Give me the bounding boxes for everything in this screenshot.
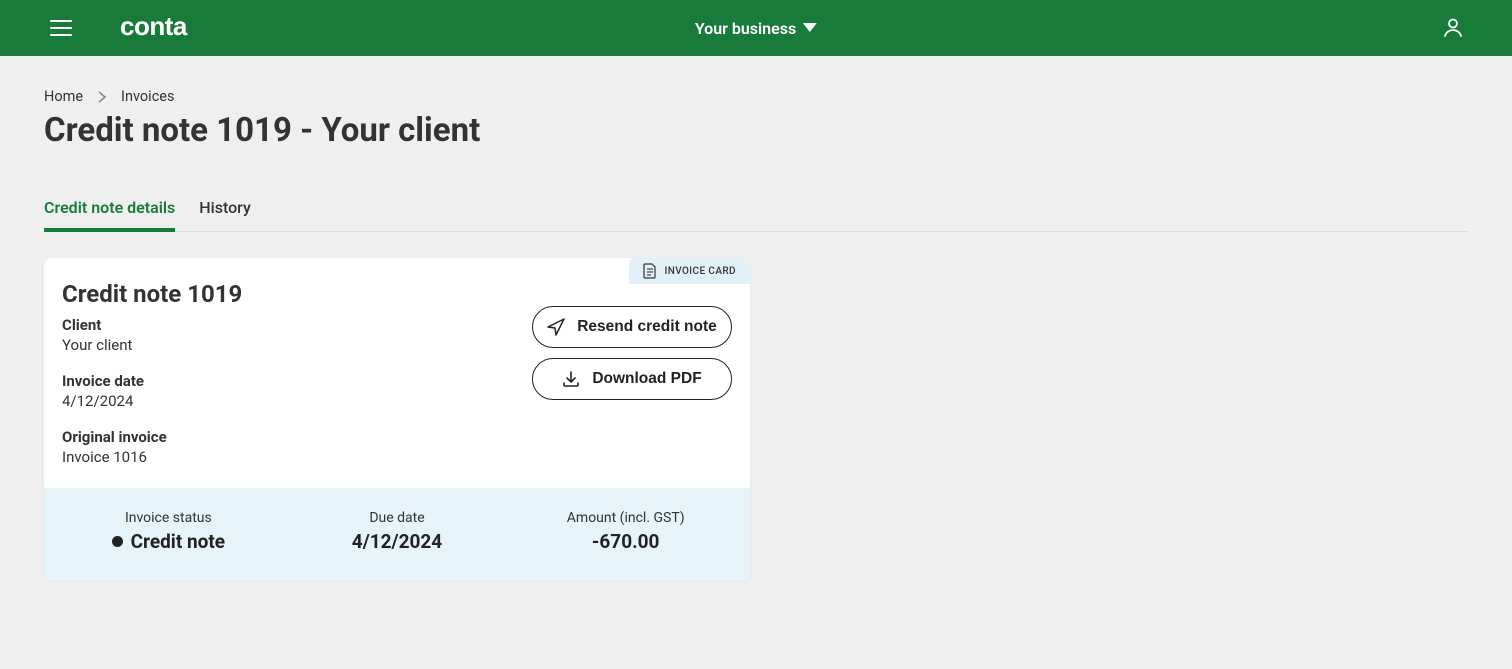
status-label: Invoice status [54,510,283,526]
svg-text:conta: conta [120,14,188,41]
original-invoice-field: Original invoice Invoice 1016 [62,428,502,466]
tab-credit-note-details[interactable]: Credit note details [44,198,175,231]
business-selector[interactable]: Your business [695,19,817,38]
download-label: Download PDF [592,370,701,388]
invoice-card: Credit note 1019 Client Your client Invo… [44,258,750,581]
status-value: Credit note [112,530,225,553]
menu-button[interactable] [44,13,78,43]
amount-label: Amount (incl. GST) [511,510,740,526]
user-menu-button[interactable] [1438,12,1468,45]
breadcrumb-invoices[interactable]: Invoices [121,88,174,105]
document-icon [643,263,657,279]
card-footer: Invoice status Credit note Due date 4/12… [44,488,750,581]
client-label: Client [62,316,502,334]
business-label: Your business [695,19,796,38]
resend-credit-note-button[interactable]: Resend credit note [532,306,732,348]
amount-value: -670.00 [592,530,660,553]
page-content: Home Invoices Credit note 1019 - Your cl… [0,56,1512,581]
tab-history[interactable]: History [199,198,251,231]
due-date-label: Due date [283,510,512,526]
due-date-column: Due date 4/12/2024 [283,510,512,553]
card-body: Credit note 1019 Client Your client Invo… [44,258,750,488]
client-value: Your client [62,336,502,354]
card-details: Credit note 1019 Client Your client Invo… [62,280,502,466]
status-column: Invoice status Credit note [54,510,283,553]
resend-label: Resend credit note [577,318,717,336]
breadcrumb-home[interactable]: Home [44,88,83,105]
invoice-date-field: Invoice date 4/12/2024 [62,372,502,410]
invoice-card-badge-label: INVOICE CARD [665,266,737,277]
download-pdf-button[interactable]: Download PDF [532,358,732,400]
page-title: Credit note 1019 - Your client [44,111,1468,150]
status-dot-icon [112,536,123,547]
card-title: Credit note 1019 [62,280,502,308]
amount-column: Amount (incl. GST) -670.00 [511,510,740,553]
breadcrumb: Home Invoices [44,88,1468,105]
logo[interactable]: conta [120,14,216,42]
user-icon [1442,16,1464,38]
card-actions: Resend credit note Download PDF [532,280,732,466]
original-invoice-label: Original invoice [62,428,502,446]
top-nav: conta Your business [0,0,1512,56]
invoice-date-value: 4/12/2024 [62,392,502,410]
download-icon [562,370,580,388]
caret-down-icon [803,23,817,33]
invoice-card-badge: INVOICE CARD [629,258,751,284]
original-invoice-value: Invoice 1016 [62,448,502,466]
send-icon [547,318,565,336]
invoice-date-label: Invoice date [62,372,502,390]
invoice-card-wrapper: INVOICE CARD Credit note 1019 Client You… [44,258,750,581]
status-text: Credit note [131,530,225,553]
tabs: Credit note details History [44,198,1468,232]
hamburger-icon [50,19,72,37]
due-date-value: 4/12/2024 [352,530,442,553]
client-field: Client Your client [62,316,502,354]
chevron-right-icon [97,91,107,103]
